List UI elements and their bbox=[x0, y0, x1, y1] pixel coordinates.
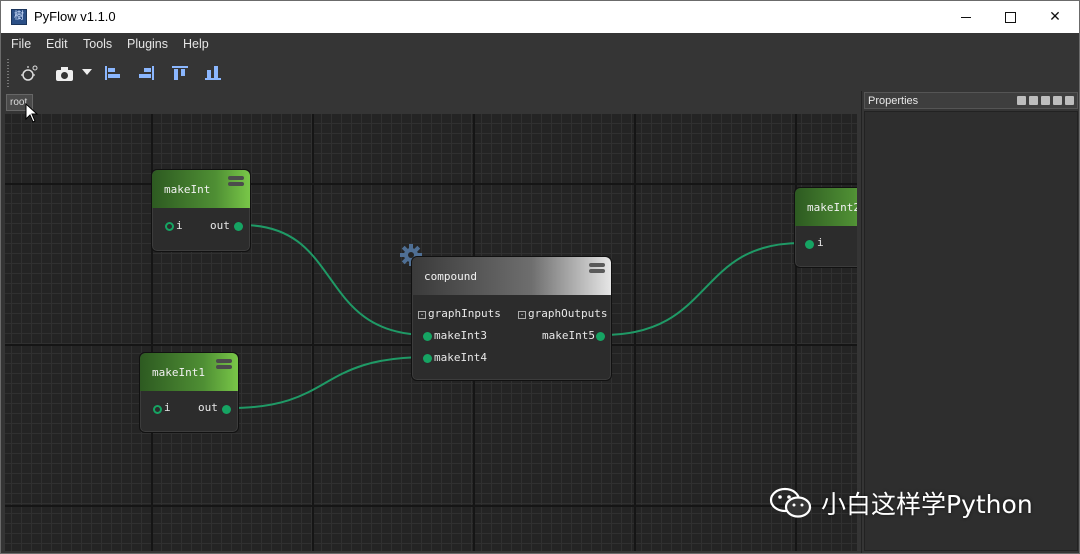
wechat-icon bbox=[769, 487, 812, 518]
align-top-icon[interactable] bbox=[171, 65, 189, 81]
title-bar: 樹 PyFlow v1.1.0 ✕ bbox=[1, 1, 1079, 33]
close-panel-icon[interactable] bbox=[1065, 96, 1074, 105]
close-button[interactable]: ✕ bbox=[1032, 1, 1078, 33]
node-title: makeInt1 bbox=[152, 366, 205, 379]
properties-panel: Properties bbox=[861, 91, 1079, 553]
wire-makeInt1-to-makeInt4 bbox=[229, 356, 429, 409]
properties-header: Properties bbox=[864, 92, 1078, 109]
node-title: makeInt bbox=[164, 183, 211, 196]
node-header: makeInt1 bbox=[140, 353, 238, 391]
node-makeInt1[interactable]: makeInt1 i out bbox=[139, 352, 239, 433]
node-title: compound bbox=[424, 270, 477, 283]
pyflow-window: 樹 PyFlow v1.1.0 ✕ File Edit Tools Plugin… bbox=[0, 0, 1080, 554]
node-graph-canvas[interactable]: makeInt i out makeInt1 i out makeInt2 i … bbox=[5, 114, 857, 551]
input-pin[interactable] bbox=[423, 354, 432, 363]
menu-bar: File Edit Tools Plugins Help bbox=[1, 33, 1079, 55]
node-makeInt2[interactable]: makeInt2 i bbox=[794, 187, 857, 268]
output-pin[interactable] bbox=[222, 405, 231, 414]
input-pin-label: makeInt3 bbox=[434, 329, 487, 342]
collapse-outputs-toggle[interactable]: - bbox=[518, 311, 526, 319]
menu-edit[interactable]: Edit bbox=[46, 37, 68, 51]
node-title: makeInt2 bbox=[807, 201, 857, 214]
output-pin[interactable] bbox=[596, 332, 605, 341]
wire-makeInt-to-makeInt3 bbox=[241, 224, 429, 336]
properties-title: Properties bbox=[868, 95, 919, 107]
watermark-text: 小白这样学Python bbox=[821, 490, 1033, 519]
node-header: makeInt2 bbox=[795, 188, 857, 226]
align-left-icon[interactable] bbox=[104, 65, 122, 81]
float-icon[interactable] bbox=[1053, 96, 1062, 105]
node-header: compound bbox=[412, 257, 611, 295]
lock-icon[interactable] bbox=[1029, 96, 1038, 105]
align-right-icon[interactable] bbox=[137, 65, 155, 81]
pyflow-app-icon: 樹 bbox=[11, 9, 27, 25]
window-title: PyFlow v1.1.0 bbox=[34, 9, 116, 24]
input-pin[interactable] bbox=[153, 405, 162, 414]
panel-controls bbox=[1017, 96, 1074, 105]
screenshot-camera-icon[interactable] bbox=[55, 66, 75, 82]
input-pin[interactable] bbox=[423, 332, 432, 341]
input-pin-label: makeInt4 bbox=[434, 351, 487, 364]
node-compound[interactable]: compound - graphInputs - graphOutputs ma… bbox=[411, 256, 612, 381]
collapse-inputs-toggle[interactable]: - bbox=[418, 311, 426, 319]
input-pin[interactable] bbox=[805, 240, 814, 249]
maximize-button[interactable] bbox=[987, 1, 1033, 33]
output-pin[interactable] bbox=[234, 222, 243, 231]
watermark: 小白这样学Python bbox=[769, 485, 1033, 521]
toolbar bbox=[1, 55, 1079, 91]
new-file-icon[interactable] bbox=[19, 64, 39, 84]
input-pin-label: i bbox=[164, 401, 171, 414]
input-pin-label: i bbox=[817, 236, 824, 249]
menu-tools[interactable]: Tools bbox=[83, 37, 112, 51]
dropdown-arrow-icon[interactable] bbox=[82, 69, 92, 77]
maximize-icon bbox=[1004, 11, 1016, 23]
duplicate-icon[interactable] bbox=[1041, 96, 1050, 105]
output-pin-label: out bbox=[198, 401, 218, 414]
node-menu-icon[interactable] bbox=[589, 263, 605, 274]
input-pin-label: i bbox=[176, 219, 183, 232]
minimize-icon bbox=[961, 16, 971, 18]
menu-plugins[interactable]: Plugins bbox=[127, 37, 168, 51]
node-makeInt[interactable]: makeInt i out bbox=[151, 169, 251, 252]
input-pin[interactable] bbox=[165, 222, 174, 231]
inputs-group-label: graphInputs bbox=[428, 307, 501, 320]
output-pin-label: out bbox=[210, 219, 230, 232]
output-pin-label: makeInt5 bbox=[542, 329, 595, 342]
menu-file[interactable]: File bbox=[11, 37, 31, 51]
settings-icon[interactable] bbox=[1017, 96, 1026, 105]
node-header: makeInt bbox=[152, 170, 250, 208]
menu-help[interactable]: Help bbox=[183, 37, 209, 51]
close-icon: ✕ bbox=[1049, 9, 1061, 25]
toolbar-grip[interactable] bbox=[7, 59, 9, 87]
mouse-cursor-icon bbox=[25, 103, 39, 123]
node-menu-icon[interactable] bbox=[228, 176, 244, 187]
wire-makeInt5-to-makeInt2 bbox=[602, 242, 802, 336]
node-menu-icon[interactable] bbox=[216, 359, 232, 370]
align-bottom-icon[interactable] bbox=[204, 65, 222, 81]
outputs-group-label: graphOutputs bbox=[528, 307, 608, 320]
minimize-button[interactable] bbox=[943, 1, 989, 33]
